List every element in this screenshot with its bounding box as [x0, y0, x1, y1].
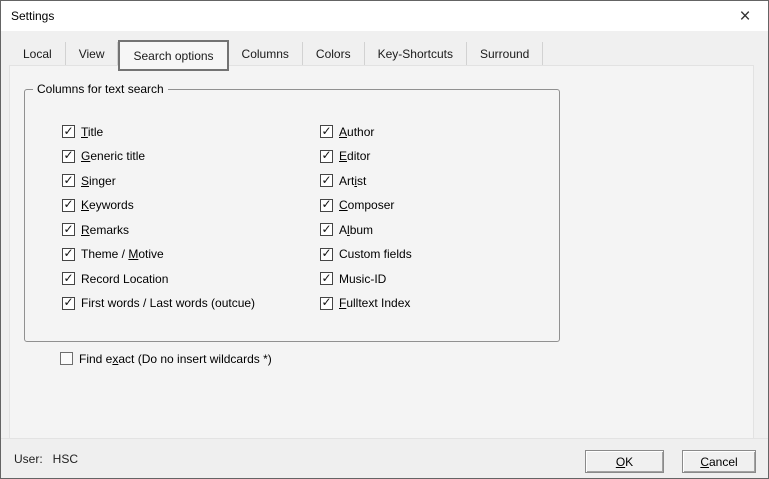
titlebar: Settings ×	[1, 1, 768, 31]
checkbox-keywords[interactable]: ✓	[62, 199, 75, 212]
checkbox-label: Album	[339, 223, 373, 237]
checkbox-row-editor[interactable]: ✓ Editor	[320, 150, 412, 163]
checkbox-row-first-words-last-words-outcue[interactable]: ✓ First words / Last words (outcue)	[62, 297, 255, 310]
checkbox-row-artist[interactable]: ✓ Artist	[320, 174, 412, 187]
checkbox-label: Artist	[339, 174, 366, 188]
checkbox-first-words-last-words-outcue[interactable]: ✓	[62, 297, 75, 310]
checkbox-theme-motive[interactable]: ✓	[62, 248, 75, 261]
checkbox-row-record-location[interactable]: ✓ Record Location	[62, 272, 255, 285]
checkbox-record-location[interactable]: ✓	[62, 272, 75, 285]
tab-key-shortcuts[interactable]: Key-Shortcuts	[365, 42, 467, 65]
checkmark-icon: ✓	[63, 247, 73, 259]
checkbox-row-remarks[interactable]: ✓ Remarks	[62, 223, 255, 236]
close-icon: ×	[739, 7, 750, 26]
checkbox-album[interactable]: ✓	[320, 223, 333, 236]
checkbox-generic-title[interactable]: ✓	[62, 150, 75, 163]
checkbox-row-fulltext-index[interactable]: ✓ Fulltext Index	[320, 297, 412, 310]
checkbox-label: Remarks	[81, 223, 129, 237]
checkbox-label: Singer	[81, 174, 116, 188]
checkmark-icon: ✓	[63, 296, 73, 308]
group-title: Columns for text search	[33, 82, 168, 96]
checkbox-label: Custom fields	[339, 247, 412, 261]
checkbox-fulltext-index[interactable]: ✓	[320, 297, 333, 310]
checkmark-icon: ✓	[63, 149, 73, 161]
checkbox-music-id[interactable]: ✓	[320, 272, 333, 285]
checkbox-artist[interactable]: ✓	[320, 174, 333, 187]
checkmark-icon: ✓	[63, 272, 73, 284]
tab-columns[interactable]: Columns	[229, 42, 303, 65]
checkmark-icon: ✓	[63, 125, 73, 137]
checkbox-column-right: ✓ Author ✓ Editor ✓ Artist ✓ Composer ✓ Album ✓ Cus…	[320, 125, 412, 321]
checkbox-row-find-exact[interactable]: Find exact (Do no insert wildcards *)	[60, 352, 272, 365]
checkbox-remarks[interactable]: ✓	[62, 223, 75, 236]
checkbox-title[interactable]: ✓	[62, 125, 75, 138]
checkbox-row-custom-fields[interactable]: ✓ Custom fields	[320, 248, 412, 261]
checkmark-icon: ✓	[321, 125, 331, 137]
tab-local[interactable]: Local	[10, 42, 66, 65]
checkbox-row-theme-motive[interactable]: ✓ Theme / Motive	[62, 248, 255, 261]
columns-for-text-search-group: Columns for text search ✓Title✓Generic t…	[24, 89, 560, 342]
ok-button[interactable]: OK	[585, 450, 664, 473]
checkbox-custom-fields[interactable]: ✓	[320, 248, 333, 261]
checkbox-find-exact[interactable]	[60, 352, 73, 365]
checkbox-label: First words / Last words (outcue)	[81, 296, 255, 310]
checkbox-label: Find exact (Do no insert wildcards *)	[79, 352, 272, 366]
tab-bar: LocalViewSearch optionsColumnsColorsKey-…	[10, 42, 543, 65]
checkbox-row-album[interactable]: ✓ Album	[320, 223, 412, 236]
footer: User: HSC OK Cancel	[1, 438, 768, 478]
checkbox-column-left: ✓ Title ✓ Generic title ✓ Singer ✓ Keywords ✓ Rem…	[62, 125, 255, 321]
checkmark-icon: ✓	[321, 149, 331, 161]
tab-search-options[interactable]: Search options	[118, 40, 228, 71]
checkbox-row-title[interactable]: ✓ Title	[62, 125, 255, 138]
checkbox-label: Editor	[339, 149, 370, 163]
close-button[interactable]: ×	[722, 1, 768, 31]
checkbox-row-author[interactable]: ✓ Author	[320, 125, 412, 138]
checkbox-label: Theme / Motive	[81, 247, 164, 261]
window-title: Settings	[1, 9, 54, 23]
tab-view[interactable]: View	[66, 42, 119, 65]
checkmark-icon: ✓	[321, 296, 331, 308]
checkmark-icon: ✓	[321, 198, 331, 210]
user-label: User:	[1, 452, 43, 466]
checkmark-icon: ✓	[63, 174, 73, 186]
checkbox-row-keywords[interactable]: ✓ Keywords	[62, 199, 255, 212]
checkbox-label: Keywords	[81, 198, 134, 212]
checkmark-icon: ✓	[63, 223, 73, 235]
checkbox-label: Author	[339, 125, 374, 139]
checkbox-label: Record Location	[81, 272, 168, 286]
checkbox-row-music-id[interactable]: ✓ Music-ID	[320, 272, 412, 285]
checkbox-label: Composer	[339, 198, 394, 212]
user-value: HSC	[43, 452, 78, 466]
checkbox-row-generic-title[interactable]: ✓ Generic title	[62, 150, 255, 163]
checkmark-icon: ✓	[321, 174, 331, 186]
checkbox-singer[interactable]: ✓	[62, 174, 75, 187]
checkbox-label: Generic title	[81, 149, 145, 163]
checkmark-icon: ✓	[63, 198, 73, 210]
cancel-button[interactable]: Cancel	[682, 450, 756, 473]
checkbox-composer[interactable]: ✓	[320, 199, 333, 212]
tab-surround[interactable]: Surround	[467, 42, 543, 65]
tab-colors[interactable]: Colors	[303, 42, 365, 65]
checkbox-label: Fulltext Index	[339, 296, 410, 310]
checkmark-icon: ✓	[321, 272, 331, 284]
checkbox-row-singer[interactable]: ✓ Singer	[62, 174, 255, 187]
checkbox-row-composer[interactable]: ✓ Composer	[320, 199, 412, 212]
checkbox-author[interactable]: ✓	[320, 125, 333, 138]
tab-page-search-options: Columns for text search ✓ Title ✓ Generic t…	[9, 65, 754, 440]
checkbox-label: Title	[81, 125, 103, 139]
settings-dialog: Settings × LocalViewSearch optionsColumn…	[0, 0, 769, 479]
checkmark-icon: ✓	[321, 223, 331, 235]
checkmark-icon: ✓	[321, 247, 331, 259]
checkbox-editor[interactable]: ✓	[320, 150, 333, 163]
checkbox-label: Music-ID	[339, 272, 386, 286]
